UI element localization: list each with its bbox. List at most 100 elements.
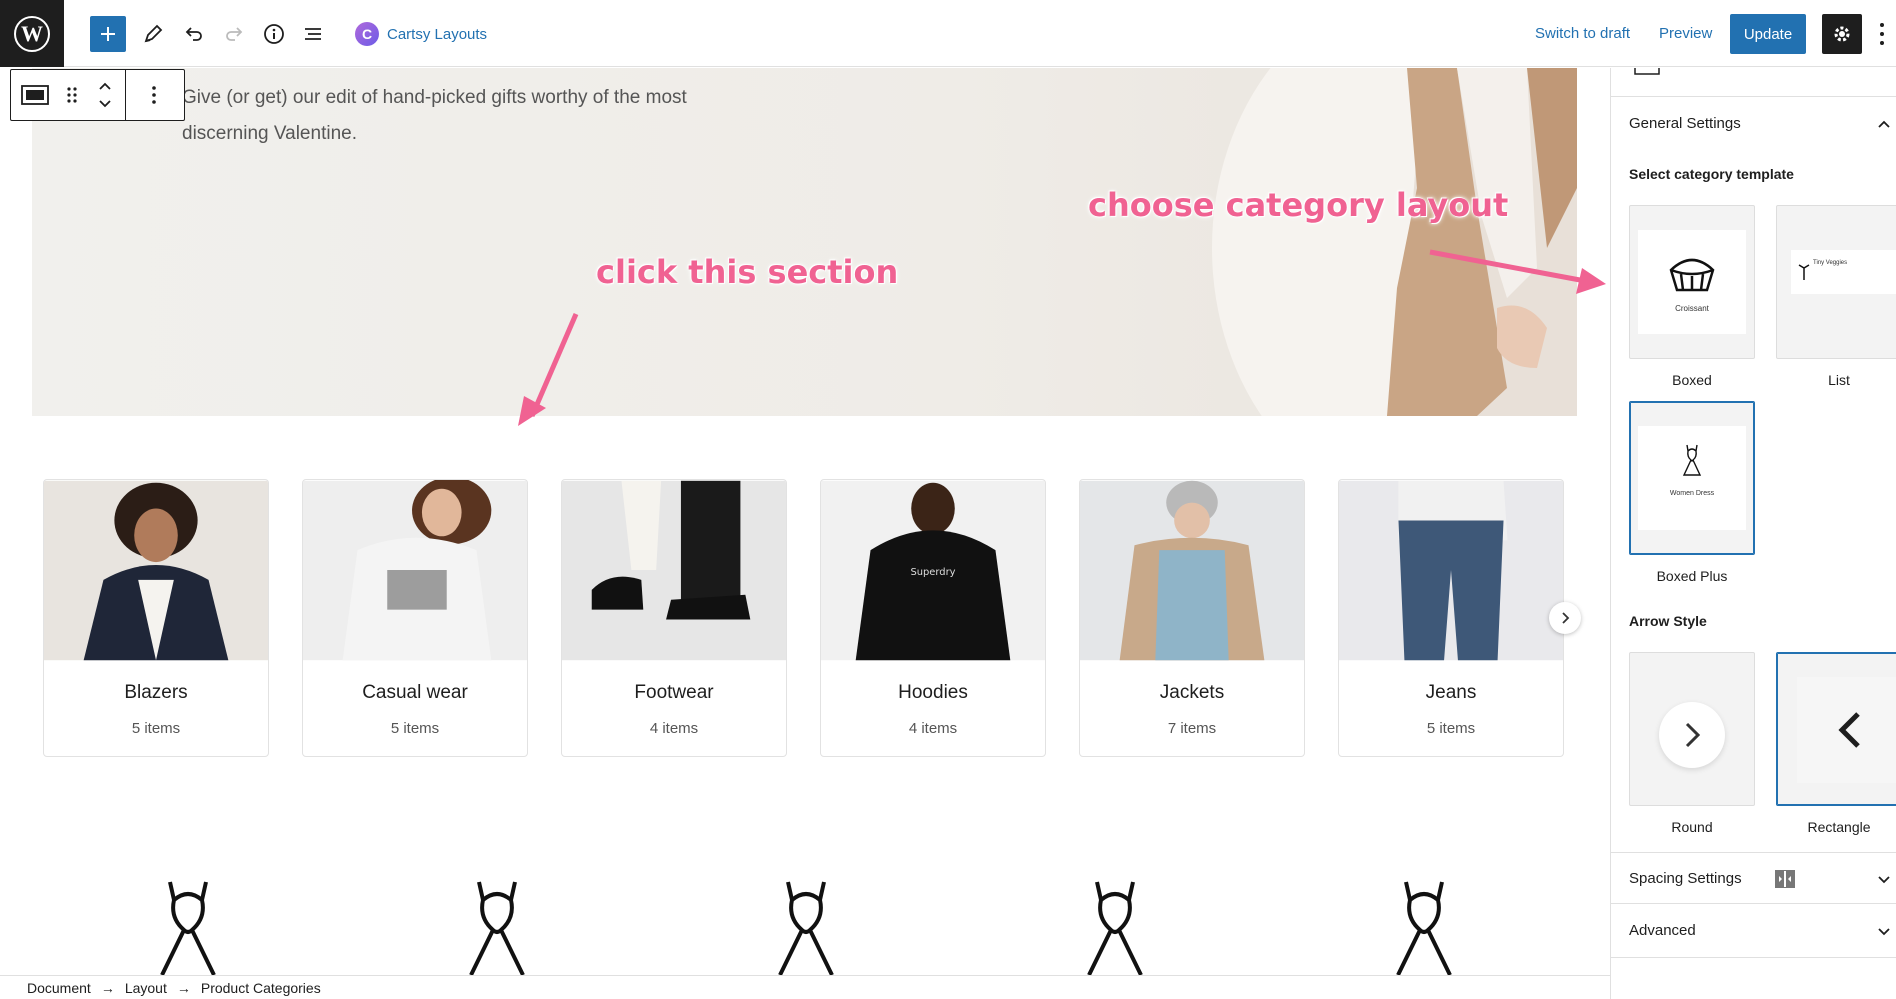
slider-next-arrow-icon[interactable]	[1549, 602, 1581, 634]
category-card[interactable]: Footwear 4 items	[561, 479, 787, 757]
move-up-down-icon[interactable]	[85, 70, 125, 120]
veggie-icon	[1798, 264, 1810, 280]
template-preview-label: Women Dress	[1669, 490, 1715, 497]
template-boxed-plus-option[interactable]: Women Dress	[1629, 401, 1755, 555]
category-name: Footwear	[634, 682, 714, 703]
category-image: Superdry	[821, 480, 1045, 661]
sidebar-block-card	[1611, 68, 1896, 97]
spacing-settings-panel-header[interactable]: Spacing Settings	[1611, 852, 1896, 904]
category-name: Hoodies	[898, 682, 968, 703]
template-preview: Tiny Veggies	[1791, 250, 1896, 294]
preview-button[interactable]: Preview	[1659, 25, 1712, 42]
category-image	[562, 480, 786, 661]
arrow-style-round-option[interactable]	[1629, 652, 1755, 806]
product-categories-block[interactable]: Blazers 5 items Casual wear 5 items Foot…	[43, 479, 1566, 757]
cartsy-logo-icon: C	[355, 22, 379, 46]
category-count: 5 items	[1426, 720, 1476, 737]
edit-tool-pencil-icon[interactable]	[135, 16, 171, 52]
annotation-choose-layout: choose category layout	[1088, 186, 1509, 224]
template-preview: Croissant	[1638, 230, 1746, 334]
editor-canvas: Give (or get) our edit of hand-picked gi…	[0, 68, 1610, 975]
select-template-label: Select category template	[1629, 166, 1794, 182]
annotation-arrow-down	[518, 313, 579, 426]
category-name: Jeans	[1425, 682, 1477, 703]
editor-top-bar: W C Cartsy Layouts Switch to draft Previ…	[0, 0, 1896, 67]
details-info-icon[interactable]	[256, 16, 292, 52]
list-view-icon[interactable]	[295, 16, 331, 52]
advanced-panel-header[interactable]: Advanced	[1611, 904, 1896, 958]
category-count: 7 items	[1167, 720, 1217, 737]
breadcrumb-document[interactable]: Document	[27, 980, 91, 996]
breadcrumb-layout[interactable]: Layout	[125, 980, 167, 996]
template-boxed-option[interactable]: Croissant	[1629, 205, 1755, 359]
undo-icon[interactable]	[176, 16, 212, 52]
wordpress-logo-icon[interactable]: W	[0, 0, 64, 67]
svg-text:W: W	[21, 21, 43, 46]
switch-to-draft-button[interactable]: Switch to draft	[1535, 25, 1630, 42]
category-count: 4 items	[649, 720, 699, 737]
template-label: Boxed	[1672, 372, 1712, 388]
category-count: 4 items	[908, 720, 958, 737]
svg-text:Superdry: Superdry	[910, 567, 955, 578]
annotation-arrow-right	[1429, 249, 1606, 294]
drag-handle-icon[interactable]	[59, 70, 85, 120]
category-card[interactable]: Casual wear 5 items	[302, 479, 528, 757]
category-count: 5 items	[390, 720, 440, 737]
hero-text: Give (or get) our edit of hand-picked gi…	[182, 87, 687, 144]
cartsy-layouts-link[interactable]: C Cartsy Layouts	[355, 22, 487, 46]
general-settings-title: General Settings	[1629, 115, 1741, 132]
dress-icon	[1087, 881, 1143, 975]
category-image	[1080, 480, 1304, 661]
chevron-up-icon	[1878, 120, 1890, 128]
category-name: Blazers	[124, 682, 188, 703]
add-block-button[interactable]	[90, 16, 126, 52]
general-settings-panel-header[interactable]: General Settings	[1611, 97, 1896, 151]
template-list-option[interactable]: Tiny Veggies	[1776, 205, 1896, 359]
breadcrumb-arrow-icon: →	[176, 979, 191, 996]
template-preview-label: Tiny Veggies	[1813, 260, 1848, 266]
template-preview-label: Croissant	[1675, 304, 1709, 313]
chevron-down-icon	[1878, 928, 1890, 936]
arrow-style-rectangle-option[interactable]	[1776, 652, 1896, 806]
options-menu-icon[interactable]	[1876, 20, 1888, 48]
chevron-down-icon	[1878, 876, 1890, 884]
rectangle-arrow-icon	[1797, 677, 1896, 783]
category-card[interactable]: Superdry Hoodies 4 items	[820, 479, 1046, 757]
category-count: 5 items	[131, 720, 181, 737]
breadcrumb: Document → Layout → Product Categories	[0, 975, 1610, 999]
category-card[interactable]: Jeans 5 items	[1338, 479, 1564, 757]
block-type-icon[interactable]	[11, 70, 59, 120]
breadcrumb-arrow-icon: →	[100, 979, 115, 996]
category-image	[1339, 480, 1563, 661]
hero-banner[interactable]: Give (or get) our edit of hand-picked gi…	[32, 68, 1577, 416]
category-image	[44, 480, 268, 661]
category-name: Casual wear	[362, 682, 468, 703]
breadcrumb-product-categories[interactable]: Product Categories	[201, 980, 321, 996]
annotation-click-section: click this section	[596, 253, 899, 291]
arrow-style-label-text: Rectangle	[1807, 819, 1871, 835]
template-label: Boxed Plus	[1656, 568, 1728, 584]
template-preview: Women Dress	[1638, 426, 1746, 530]
block-options-icon[interactable]	[126, 70, 182, 120]
category-card[interactable]: Jackets 7 items	[1079, 479, 1305, 757]
brand-name: Cartsy Layouts	[387, 25, 488, 43]
update-button[interactable]: Update	[1730, 14, 1806, 54]
settings-gear-icon[interactable]	[1822, 14, 1862, 54]
settings-sidebar: General Settings Select category templat…	[1610, 68, 1896, 999]
redo-icon[interactable]	[216, 16, 252, 52]
block-toolbar	[10, 69, 185, 121]
dress-icon	[160, 881, 216, 975]
advanced-title: Advanced	[1629, 922, 1696, 939]
spacing-icon	[1775, 870, 1795, 888]
pie-icon	[1669, 258, 1715, 292]
category-card[interactable]: Blazers 5 items	[43, 479, 269, 757]
arrow-style-label-text: Round	[1671, 819, 1713, 835]
block-card-icon	[1634, 68, 1660, 75]
category-image	[303, 480, 527, 661]
dress-icon	[1396, 881, 1452, 975]
dress-icon	[469, 881, 525, 975]
arrow-style-label: Arrow Style	[1629, 613, 1707, 629]
template-label: List	[1828, 372, 1850, 388]
round-arrow-icon	[1659, 702, 1725, 768]
dress-icons-row	[0, 878, 1610, 975]
